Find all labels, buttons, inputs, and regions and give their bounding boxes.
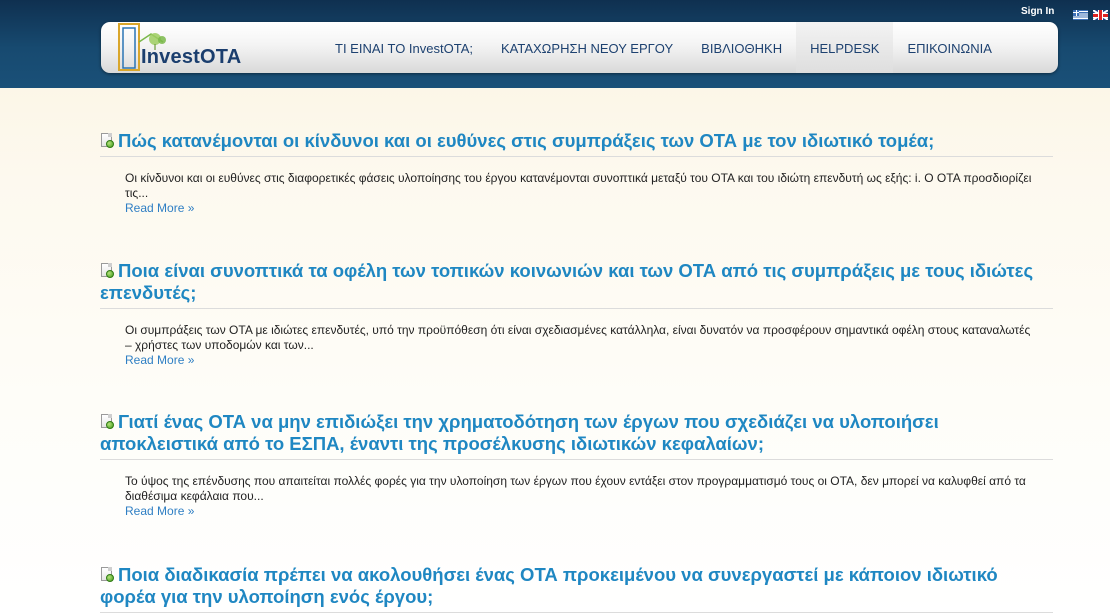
read-more-link[interactable]: Read More » — [125, 504, 1040, 519]
nav-item-new-project[interactable]: ΚΑΤΑΧΩΡΗΣΗ ΝΕΟΥ ΕΡΓΟΥ — [487, 22, 687, 73]
nav-menu: ΤΙ ΕΙΝΑΙ ΤΟ InvestOTA; ΚΑΤΑΧΩΡΗΣΗ ΝΕΟΥ Ε… — [321, 22, 1006, 73]
site-logo[interactable]: InvestOTA — [115, 22, 255, 73]
article-title: Γιατί ένας ΟΤΑ να μην επιδιώξει την χρημ… — [100, 411, 1053, 460]
uk-flag-icon[interactable] — [1093, 10, 1108, 20]
article-item: Πώς κατανέμονται οι κίνδυνοι και οι ευθύ… — [100, 130, 1053, 216]
article-title-link[interactable]: Ποια είναι συνοπτικά τα οφέλη των τοπικώ… — [100, 260, 1033, 303]
article-title: Ποια διαδικασία πρέπει να ακολουθήσει έν… — [100, 564, 1053, 613]
nav-item-helpdesk[interactable]: HELPDESK — [796, 22, 894, 73]
greek-flag-icon[interactable] — [1073, 10, 1088, 20]
article-title-link[interactable]: Πώς κατανέμονται οι κίνδυνοι και οι ευθύ… — [118, 130, 934, 151]
article-excerpt: Το ύψος της επένδυσης που απαιτείται πολ… — [125, 474, 1026, 503]
article-title: Πώς κατανέμονται οι κίνδυνοι και οι ευθύ… — [100, 130, 1053, 157]
document-icon — [100, 567, 114, 582]
article-item: Ποια διαδικασία πρέπει να ακολουθήσει έν… — [100, 564, 1053, 613]
logo-text: InvestOTA — [141, 46, 242, 68]
article-title-link[interactable]: Γιατί ένας ΟΤΑ να μην επιδιώξει την χρημ… — [100, 411, 939, 454]
read-more-link[interactable]: Read More » — [125, 201, 1040, 216]
document-icon — [100, 414, 114, 429]
nav-item-contact[interactable]: ΕΠΙΚΟΙΝΩΝΙΑ — [893, 22, 1005, 73]
sign-in-link[interactable]: Sign In — [1021, 6, 1054, 17]
main-navbar: InvestOTA ΤΙ ΕΙΝΑΙ ΤΟ InvestOTA; ΚΑΤΑΧΩΡ… — [101, 22, 1058, 73]
article-excerpt: Οι κίνδυνοι και οι ευθύνες στις διαφορετ… — [125, 171, 1032, 200]
article-excerpt: Οι συμπράξεις των ΟΤΑ με ιδιώτες επενδυτ… — [125, 323, 1031, 352]
article-title-link[interactable]: Ποια διαδικασία πρέπει να ακολουθήσει έν… — [100, 564, 998, 607]
document-icon — [100, 133, 114, 148]
article-title: Ποια είναι συνοπτικά τα οφέλη των τοπικώ… — [100, 260, 1053, 309]
nav-item-about[interactable]: ΤΙ ΕΙΝΑΙ ΤΟ InvestOTA; — [321, 22, 487, 73]
article-item: Ποια είναι συνοπτικά τα οφέλη των τοπικώ… — [100, 260, 1053, 368]
header-band: Sign In InvestOTA ΤΙ ΕΙΝΑΙ ΤΟ InvestOTA;… — [0, 0, 1110, 88]
read-more-link[interactable]: Read More » — [125, 353, 1040, 368]
article-item: Γιατί ένας ΟΤΑ να μην επιδιώξει την χρημ… — [100, 411, 1053, 519]
nav-item-library[interactable]: ΒΙΒΛΙΟΘΗΚΗ — [687, 22, 796, 73]
document-icon — [100, 263, 114, 278]
